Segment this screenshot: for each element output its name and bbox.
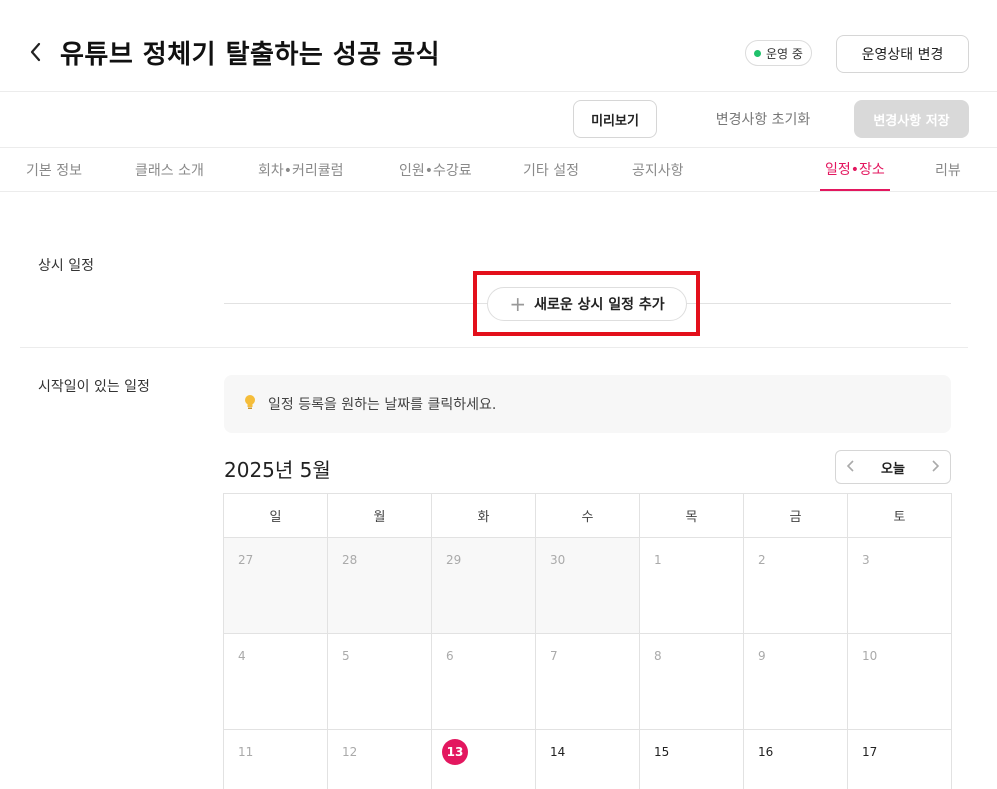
calendar-day-number: 6 (446, 649, 454, 663)
page-header: 유튜브 정체기 탈출하는 성공 공식 운영 중 운영상태 변경 (0, 0, 997, 92)
reset-changes-button[interactable]: 변경사항 초기화 (696, 100, 830, 138)
status-badge: 운영 중 (745, 40, 812, 66)
calendar-day-number: 9 (758, 649, 766, 663)
calendar-day-cell[interactable]: 4 (224, 634, 328, 729)
calendar-day-number: 10 (862, 649, 878, 663)
calendar-week-row: 11 12 13 14 15 16 17 (224, 730, 951, 789)
preview-button[interactable]: 미리보기 (573, 100, 657, 138)
plus-icon: + (509, 292, 527, 316)
tab-reviews[interactable]: 리뷰 (935, 148, 961, 191)
calendar-day-cell[interactable]: 17 (848, 730, 951, 789)
today-button[interactable]: 오늘 (881, 458, 905, 477)
calendar-day-number: 7 (550, 649, 558, 663)
change-status-button[interactable]: 운영상태 변경 (836, 35, 969, 73)
tab-schedule-location[interactable]: 일정•장소 (820, 148, 890, 191)
calendar-month-label: 2025년 5월 (224, 458, 331, 482)
chevron-right-icon[interactable] (930, 458, 940, 477)
calendar-day-number: 5 (342, 649, 350, 663)
calendar-day-cell[interactable]: 29 (432, 538, 536, 633)
tab-curriculum[interactable]: 회차•커리큘럼 (258, 148, 344, 191)
calendar-day-number: 15 (654, 745, 670, 759)
calendar-day-number: 2 (758, 553, 766, 567)
calendar-day-cell[interactable]: 28 (328, 538, 432, 633)
calendar-day-cell[interactable]: 6 (432, 634, 536, 729)
calendar-day-cell[interactable]: 8 (640, 634, 744, 729)
dated-schedule-label: 시작일이 있는 일정 (38, 379, 150, 395)
calendar-nav: 오늘 (835, 450, 951, 484)
calendar-day-cell[interactable]: 16 (744, 730, 848, 789)
status-dot-icon (754, 49, 761, 57)
page-title: 유튜브 정체기 탈출하는 성공 공식 (60, 40, 441, 70)
calendar-day-cell[interactable]: 3 (848, 538, 951, 633)
calendar-day-number: 1 (654, 553, 662, 567)
calendar-day-cell[interactable]: 10 (848, 634, 951, 729)
tab-basic-info[interactable]: 기본 정보 (26, 148, 82, 191)
calendar-day-cell[interactable]: 7 (536, 634, 640, 729)
calendar-day-number: 4 (238, 649, 246, 663)
calendar-day-number: 8 (654, 649, 662, 663)
weekday-tue: 화 (432, 494, 536, 537)
calendar-day-cell[interactable]: 14 (536, 730, 640, 789)
calendar-day-cell-today[interactable]: 13 (432, 730, 536, 789)
calendar-week-row: 27 28 29 30 1 2 3 (224, 538, 951, 634)
calendar-day-number: 28 (342, 553, 358, 567)
weekday-sat: 토 (893, 510, 906, 525)
calendar-day-cell[interactable]: 5 (328, 634, 432, 729)
calendar-day-cell[interactable]: 27 (224, 538, 328, 633)
calendar-day-number: 29 (446, 553, 462, 567)
weekday-mon: 월 (328, 494, 432, 537)
status-badge-label: 운영 중 (766, 46, 803, 61)
calendar-day-number: 30 (550, 553, 566, 567)
calendar-grid: 일 월 화 수 목 금 토 27 28 29 30 1 2 3 4 5 6 7 … (223, 493, 952, 789)
tab-class-intro[interactable]: 클래스 소개 (135, 148, 204, 191)
info-text: 일정 등록을 원하는 날짜를 클릭하세요. (268, 397, 497, 413)
back-icon[interactable] (24, 38, 48, 66)
calendar-day-cell[interactable]: 30 (536, 538, 640, 633)
tab-other-settings[interactable]: 기타 설정 (523, 148, 579, 191)
weekday-wed: 수 (536, 494, 640, 537)
calendar-day-number: 27 (238, 553, 254, 567)
calendar-day-number: 16 (758, 745, 774, 759)
calendar-day-number: 11 (238, 745, 254, 759)
calendar-day-cell[interactable]: 1 (640, 538, 744, 633)
chevron-left-icon[interactable] (846, 458, 856, 477)
calendar-day-number: 17 (862, 745, 878, 759)
calendar-weekday-row: 일 월 화 수 목 금 토 (224, 494, 951, 538)
weekday-thu: 목 (640, 494, 744, 537)
action-bar: 미리보기 변경사항 초기화 변경사항 저장 (0, 92, 997, 148)
calendar-day-cell[interactable]: 11 (224, 730, 328, 789)
calendar-day-number: 12 (342, 745, 358, 759)
add-recurring-schedule-label: 새로운 상시 일정 추가 (534, 297, 665, 313)
info-box: 일정 등록을 원하는 날짜를 클릭하세요. (224, 375, 951, 433)
save-changes-button[interactable]: 변경사항 저장 (854, 100, 969, 138)
weekday-fri: 금 (744, 494, 848, 537)
tab-bar: 기본 정보 클래스 소개 회차•커리큘럼 인원•수강료 기타 설정 공지사항 일… (0, 148, 997, 192)
calendar-day-cell[interactable]: 2 (744, 538, 848, 633)
add-recurring-schedule-button[interactable]: + 새로운 상시 일정 추가 (487, 287, 687, 321)
weekday-sun: 일 (224, 494, 328, 537)
tab-capacity-fee[interactable]: 인원•수강료 (399, 148, 472, 191)
tab-notices[interactable]: 공지사항 (632, 148, 684, 191)
calendar-day-cell[interactable]: 9 (744, 634, 848, 729)
calendar-week-row: 4 5 6 7 8 9 10 (224, 634, 951, 730)
calendar-day-number: 14 (550, 745, 566, 759)
recurring-schedule-label: 상시 일정 (38, 258, 94, 274)
section-divider (20, 347, 968, 348)
calendar-day-cell[interactable]: 12 (328, 730, 432, 789)
lightbulb-icon (244, 394, 256, 414)
calendar-day-number: 3 (862, 553, 870, 567)
calendar-day-cell[interactable]: 15 (640, 730, 744, 789)
today-marker: 13 (442, 739, 468, 765)
